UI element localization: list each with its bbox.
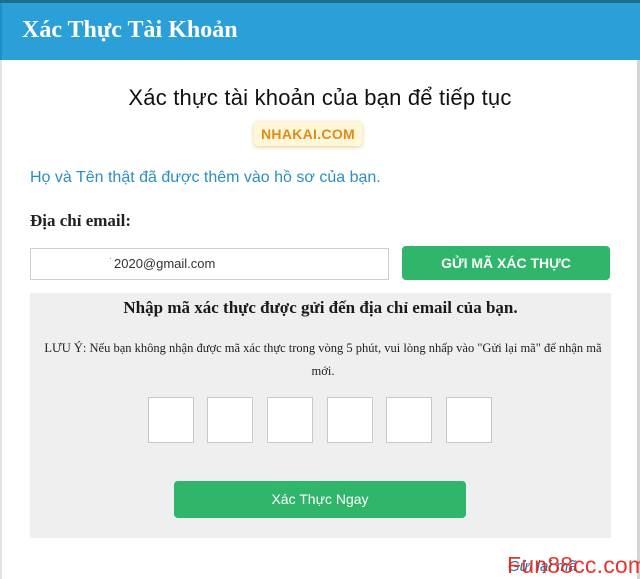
code-digit-1-input[interactable]	[148, 397, 194, 443]
code-digit-5-input[interactable]	[386, 397, 432, 443]
dialog-title: Xác Thực Tài Khoản	[22, 17, 238, 43]
info-message: Họ và Tên thật đã được thêm vào hồ sơ củ…	[30, 169, 381, 186]
dialog-header: Xác Thực Tài Khoản	[0, 3, 640, 60]
code-digit-3-input[interactable]	[267, 397, 313, 443]
verification-note: LƯU Ý: Nếu bạn không nhận được mã xác th…	[44, 341, 602, 378]
email-value: 2020@gmail.com	[114, 256, 216, 271]
email-masked-prefix: .	[109, 251, 112, 262]
code-digit-2-input[interactable]	[207, 397, 253, 443]
watermark-logo: NHAKAI.COM	[254, 122, 362, 146]
page-heading: Xác thực tài khoản của bạn để tiếp tục	[128, 85, 512, 110]
verification-panel: Nhập mã xác thực được gửi đến địa chỉ em…	[30, 293, 611, 538]
card-border-left	[0, 60, 2, 579]
verification-title: Nhập mã xác thực được gửi đến địa chỉ em…	[123, 298, 518, 317]
email-field[interactable]: . 2020@gmail.com	[30, 248, 389, 280]
brand-watermark: Fun88cc.com	[507, 552, 640, 578]
verify-now-button[interactable]: Xác Thực Ngay	[174, 481, 466, 518]
code-digit-4-input[interactable]	[327, 397, 373, 443]
email-label: Địa chỉ email:	[30, 211, 132, 230]
send-code-button[interactable]: GỬI MÃ XÁC THỰC	[402, 246, 610, 280]
code-digit-6-input[interactable]	[446, 397, 492, 443]
